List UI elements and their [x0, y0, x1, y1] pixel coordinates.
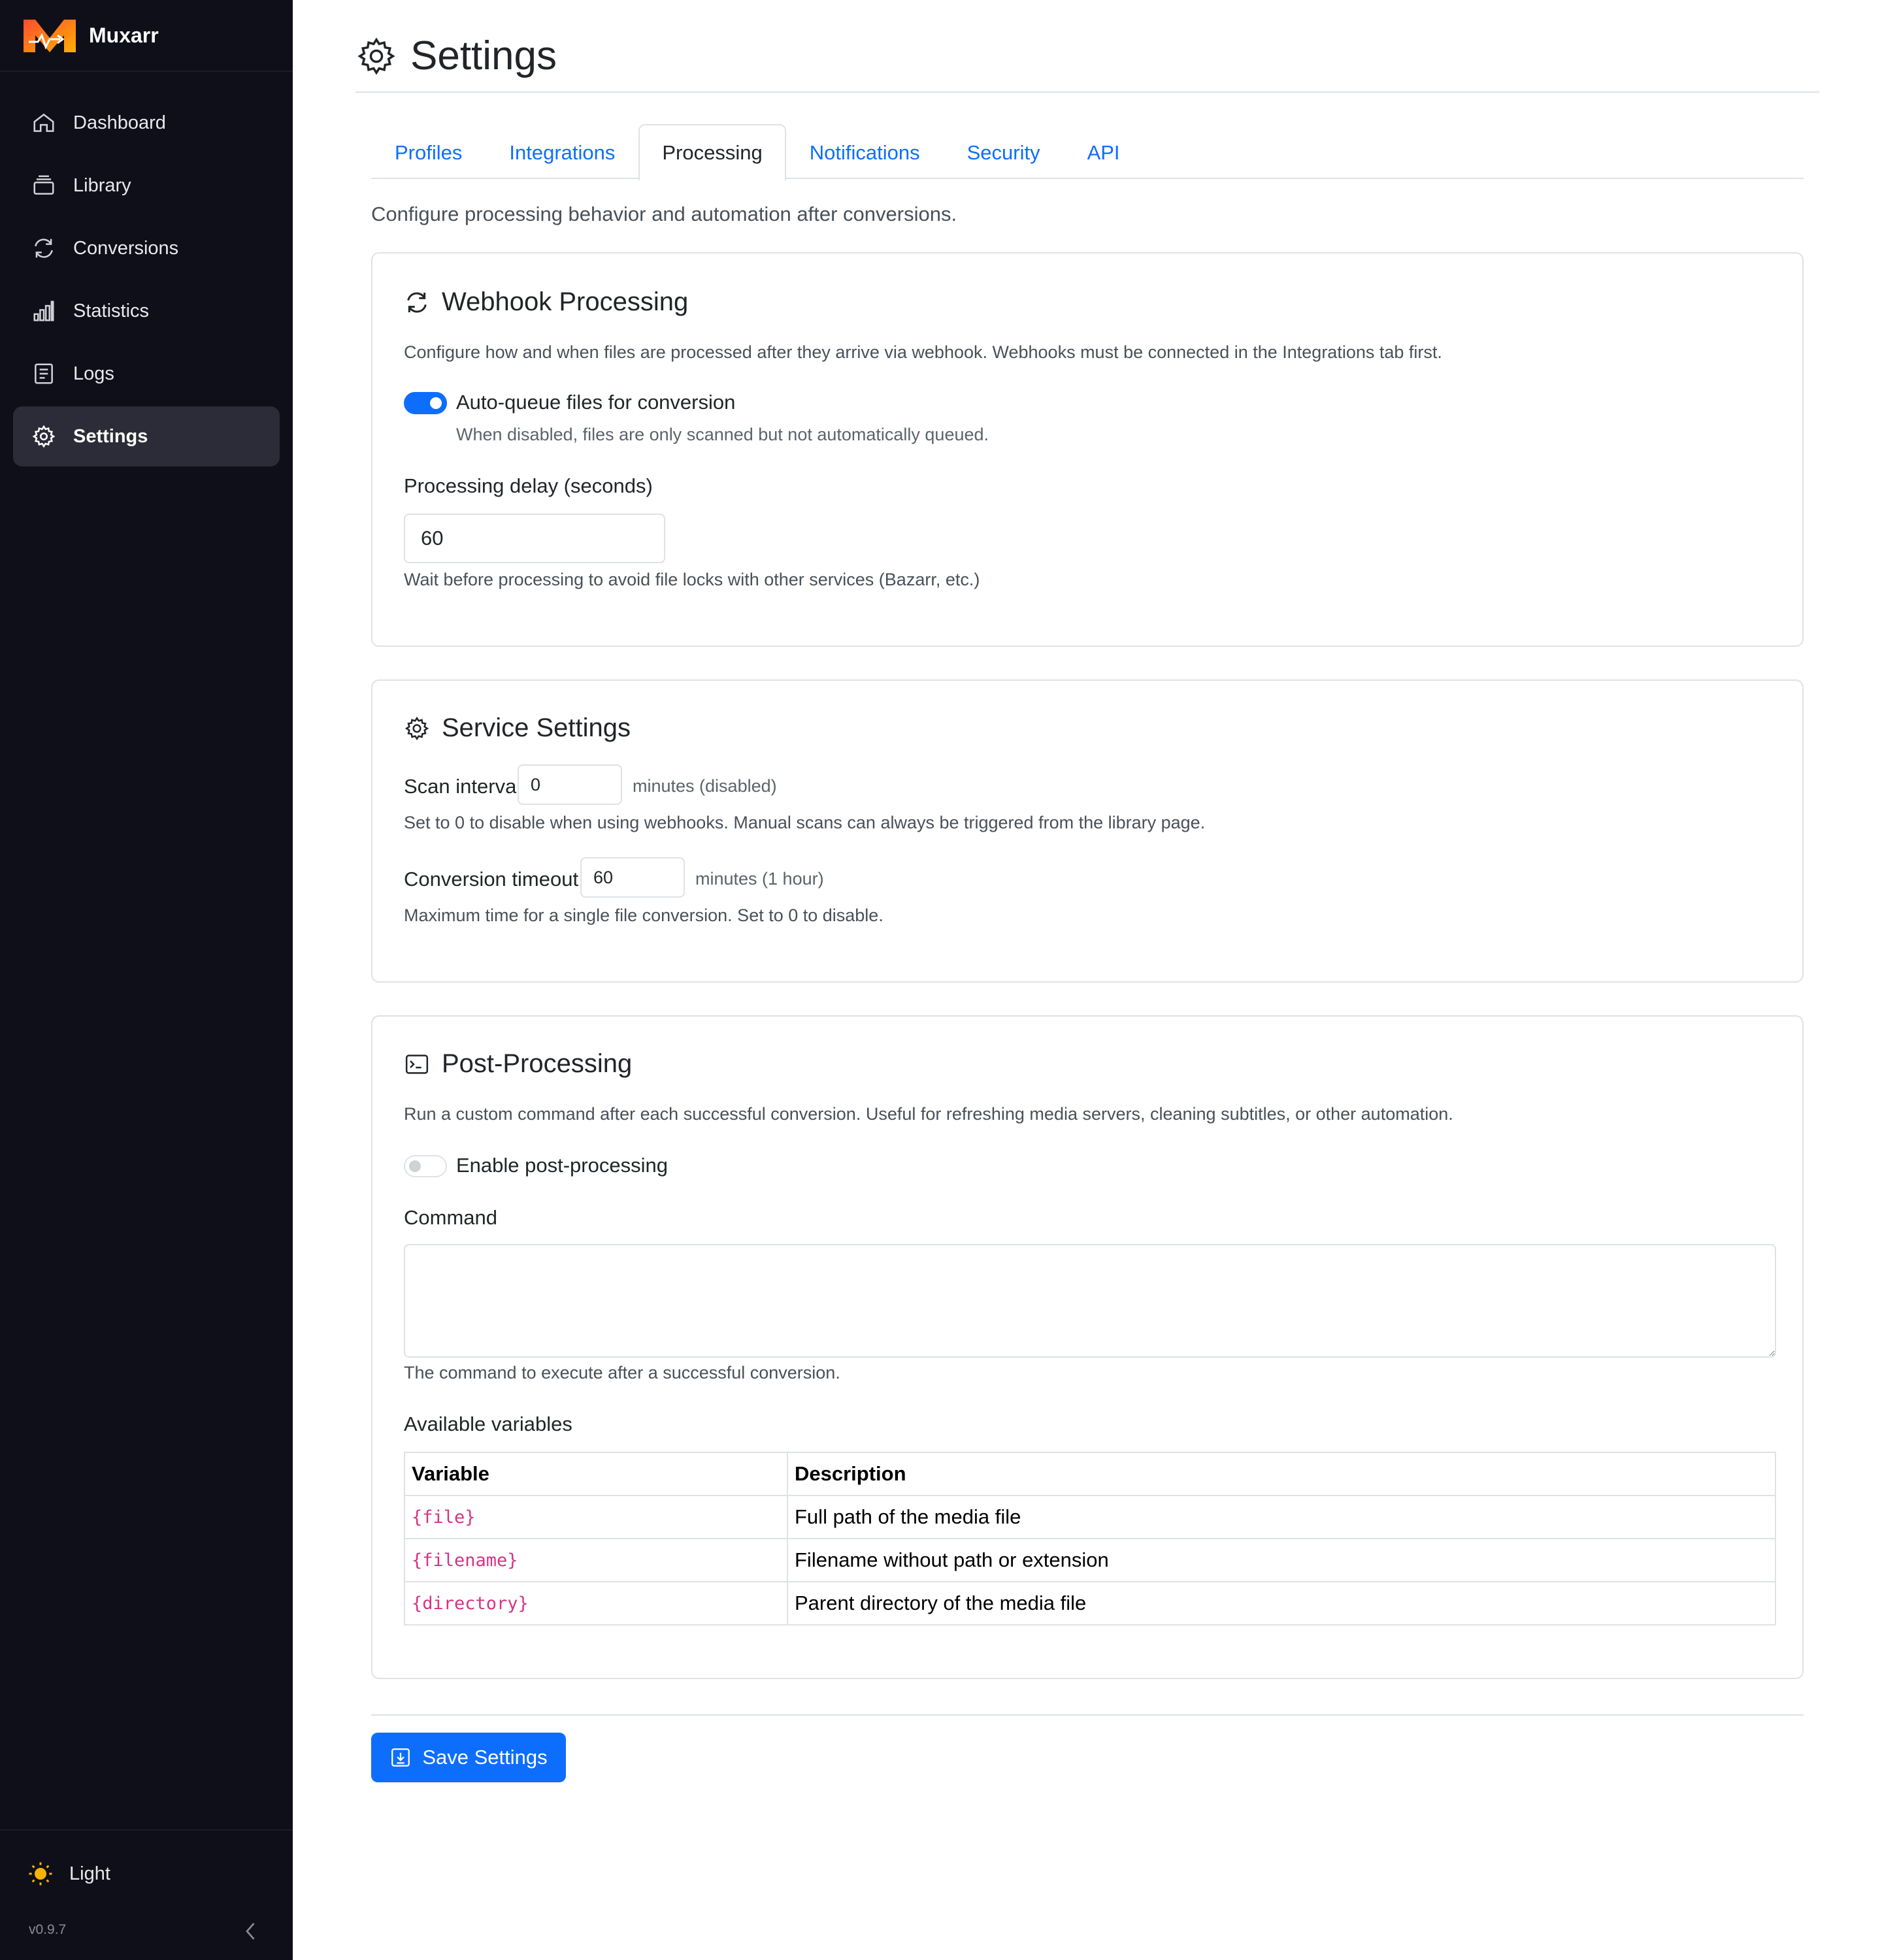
available-variables-label: Available variables: [404, 1413, 572, 1435]
scan-interval-input[interactable]: [518, 764, 622, 805]
table-header-row: Variable Description: [404, 1452, 1776, 1496]
save-icon: [391, 1748, 410, 1767]
tab-notifications[interactable]: Notifications: [786, 124, 944, 179]
post-processing-description: Run a custom command after each successf…: [404, 1104, 1453, 1124]
sidebar-item-label: Dashboard: [73, 112, 166, 133]
conversion-timeout-help: Maximum time for a single file conversio…: [404, 906, 883, 925]
service-settings-card: Service Settings Scan interval minutes (…: [371, 679, 1804, 983]
card-title-text: Webhook Processing: [442, 287, 689, 316]
auto-queue-toggle[interactable]: [404, 392, 447, 414]
terminal-icon: [405, 1054, 429, 1074]
table-row: {file} Full path of the media file: [404, 1495, 1776, 1539]
theme-toggle[interactable]: Light: [27, 1861, 110, 1887]
sidebar-item-label: Library: [73, 174, 131, 196]
sun-icon: [29, 1862, 52, 1886]
description-cell: Full path of the media file: [787, 1495, 1776, 1539]
sidebar-item-dashboard[interactable]: Dashboard: [13, 93, 280, 153]
sidebar-item-label: Statistics: [73, 300, 150, 321]
gear-icon: [31, 424, 56, 449]
description-cell: Filename without path or extension: [787, 1538, 1776, 1582]
webhook-processing-card: Webhook Processing Configure how and whe…: [371, 252, 1804, 647]
main-content: Settings Profiles Integrations Processin…: [293, 0, 1882, 1960]
sidebar-item-label: Settings: [73, 425, 148, 447]
card-title: Webhook Processing: [404, 287, 688, 317]
variable-cell: {file}: [404, 1495, 788, 1539]
settings-tabs: Profiles Integrations Processing Notific…: [371, 124, 1804, 180]
home-icon: [31, 110, 56, 135]
page-title: Settings: [410, 33, 557, 78]
chevron-left-icon: [246, 1923, 255, 1940]
save-button-label: Save Settings: [422, 1746, 548, 1769]
refresh-icon: [407, 291, 427, 313]
auto-queue-help: When disabled, files are only scanned bu…: [456, 425, 989, 444]
tab-profiles[interactable]: Profiles: [371, 124, 486, 179]
column-header: Description: [787, 1452, 1776, 1496]
column-header: Variable: [404, 1452, 788, 1496]
tab-integrations[interactable]: Integrations: [486, 124, 638, 179]
tab-processing[interactable]: Processing: [638, 124, 786, 180]
command-help: The command to execute after a successfu…: [404, 1363, 840, 1382]
card-title: Post-Processing: [404, 1049, 632, 1079]
command-label: Command: [404, 1206, 497, 1229]
save-settings-button[interactable]: Save Settings: [371, 1733, 566, 1782]
card-title-text: Post-Processing: [442, 1049, 633, 1078]
sidebar: Muxarr Dashboard Library Conversions Sta…: [0, 0, 293, 1960]
processing-delay-input[interactable]: [404, 514, 665, 563]
brand[interactable]: Muxarr: [0, 0, 293, 72]
table-row: {directory} Parent directory of the medi…: [404, 1581, 1776, 1625]
collapse-sidebar-button[interactable]: [239, 1919, 263, 1943]
processing-delay-label: Processing delay (seconds): [404, 474, 653, 497]
divider: [371, 1714, 1804, 1716]
sidebar-item-statistics[interactable]: Statistics: [13, 281, 280, 341]
processing-delay-help: Wait before processing to avoid file loc…: [404, 570, 980, 589]
conversion-timeout-input[interactable]: [580, 857, 685, 898]
description-cell: Parent directory of the media file: [787, 1581, 1776, 1625]
scan-interval-unit: minutes (disabled): [633, 776, 777, 796]
enable-post-processing-toggle[interactable]: [404, 1155, 447, 1177]
theme-label: Light: [69, 1863, 110, 1884]
sidebar-nav: Dashboard Library Conversions Statistics…: [0, 72, 293, 466]
post-processing-card: Post-Processing Run a custom command aft…: [371, 1015, 1804, 1679]
scan-interval-label: Scan interval: [404, 775, 521, 798]
page-header: Settings: [355, 29, 1819, 93]
auto-queue-label: Auto-queue files for conversion: [456, 391, 736, 414]
app-name: Muxarr: [89, 23, 159, 47]
refresh-icon: [31, 236, 56, 261]
variable-cell: {filename}: [404, 1538, 788, 1582]
webhook-description: Configure how and when files are process…: [404, 342, 1442, 362]
tab-security[interactable]: Security: [944, 124, 1064, 179]
variable-cell: {directory}: [404, 1581, 788, 1625]
conversion-timeout-label: Conversion timeout: [404, 868, 579, 890]
library-icon: [31, 173, 56, 198]
scan-interval-help: Set to 0 to disable when using webhooks.…: [404, 813, 1206, 832]
tab-api[interactable]: API: [1064, 124, 1144, 179]
sidebar-footer: Light v0.9.7: [0, 1829, 293, 1960]
gear-icon: [357, 37, 395, 75]
sidebar-item-label: Logs: [73, 363, 114, 384]
sidebar-item-library[interactable]: Library: [13, 155, 280, 216]
tab-description: Configure processing behavior and automa…: [371, 203, 957, 225]
logs-icon: [31, 361, 56, 386]
enable-post-processing-label: Enable post-processing: [456, 1154, 668, 1177]
card-title-text: Service Settings: [442, 713, 631, 742]
bar-chart-icon: [31, 299, 56, 323]
sidebar-item-label: Conversions: [73, 237, 179, 259]
sidebar-item-settings[interactable]: Settings: [13, 406, 280, 466]
sidebar-item-conversions[interactable]: Conversions: [13, 218, 280, 278]
conversion-timeout-unit: minutes (1 hour): [695, 869, 824, 889]
app-version: v0.9.7: [29, 1922, 67, 1937]
table-row: {filename} Filename without path or exte…: [404, 1538, 1776, 1582]
muxarr-logo-icon: [24, 20, 76, 52]
card-title: Service Settings: [404, 713, 631, 743]
variables-table: Variable Description {file} Full path of…: [404, 1452, 1776, 1625]
gear-icon: [404, 716, 429, 740]
sidebar-item-logs[interactable]: Logs: [13, 344, 280, 404]
command-textarea[interactable]: [404, 1244, 1776, 1358]
